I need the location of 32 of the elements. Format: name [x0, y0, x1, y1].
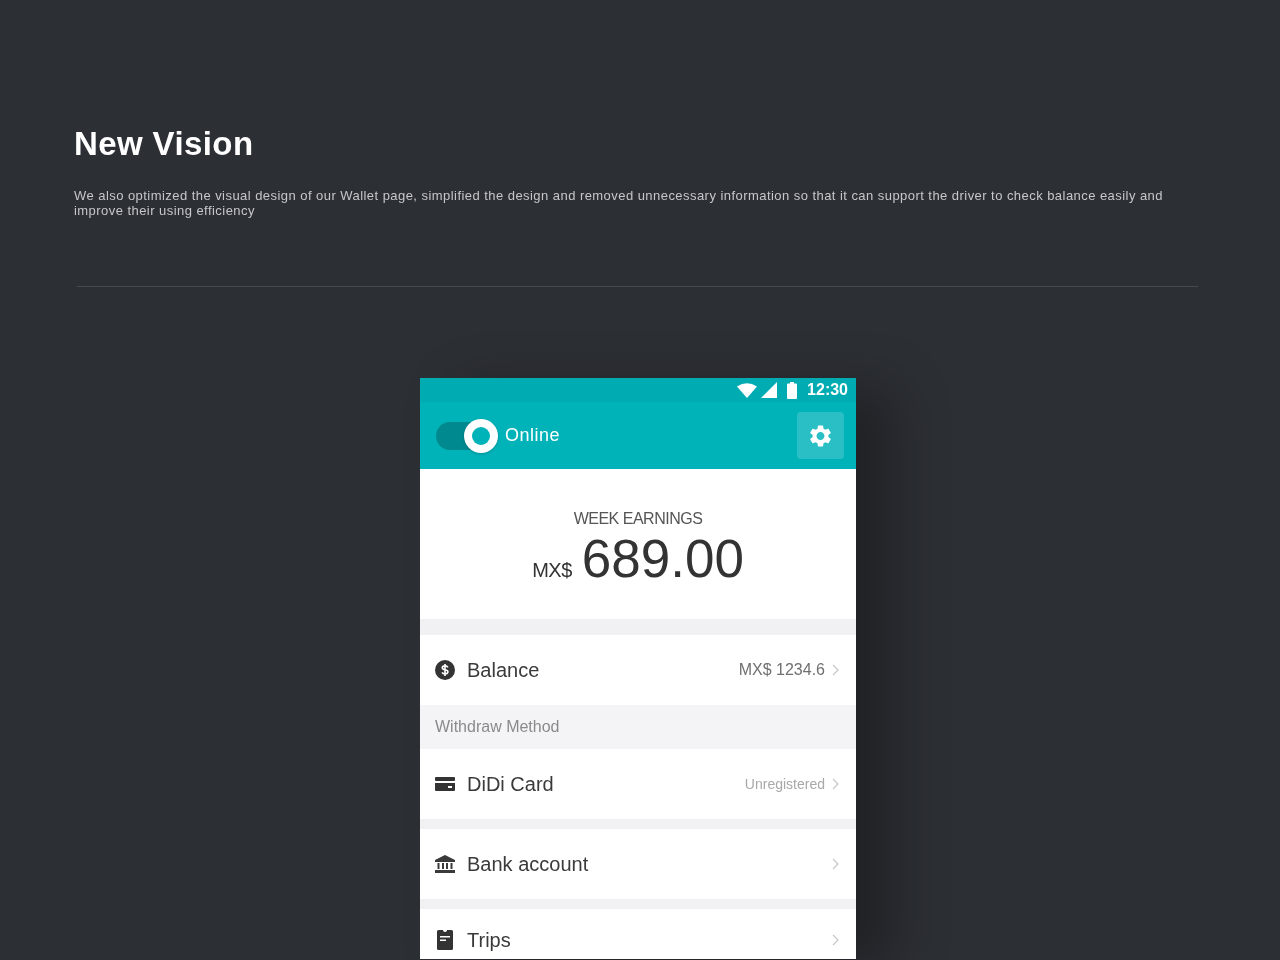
row-label: Balance	[467, 658, 540, 682]
chevron-icon	[832, 934, 839, 946]
online-toggle[interactable]	[436, 418, 498, 453]
earnings-label: WEEK EARNINGS	[573, 509, 703, 529]
dollar-icon	[435, 660, 455, 680]
settings-button[interactable]	[797, 412, 844, 459]
status-label: Online	[505, 425, 561, 446]
currency-label: MX$	[532, 559, 572, 582]
signal-icon	[761, 382, 778, 398]
chevron-icon	[832, 858, 839, 870]
list-row[interactable]: Bank account	[420, 829, 856, 899]
battery-icon	[787, 381, 798, 399]
settings-icon	[810, 424, 831, 447]
bank-icon	[435, 855, 455, 873]
document-icon	[437, 930, 453, 950]
section-header: Withdraw Method	[420, 705, 856, 749]
page-description: We also optimized the visual design of our Wallet page, simplified the design and removed unnecessary information so that it can support the driver to check balance easily and improve their using efficiency	[74, 188, 1164, 218]
list-row[interactable]: Trips	[420, 909, 856, 959]
status-time: 12:30	[807, 381, 848, 399]
card-icon	[435, 777, 455, 791]
row-status: Unregistered	[744, 776, 825, 792]
chevron-icon	[832, 778, 839, 790]
row-label: Bank account	[467, 852, 589, 876]
earnings-amount: 689.00	[581, 529, 744, 589]
row-label: Trips	[467, 928, 511, 952]
list-row[interactable]: Balance MX$ 1234.6	[420, 635, 856, 705]
page-title: New Vision	[74, 124, 254, 164]
wifi-icon	[737, 382, 758, 398]
list-row[interactable]: DiDi Card Unregistered	[420, 749, 856, 819]
chevron-icon	[832, 664, 839, 676]
row-label: DiDi Card	[467, 772, 554, 796]
row-value: MX$ 1234.6	[738, 661, 825, 679]
